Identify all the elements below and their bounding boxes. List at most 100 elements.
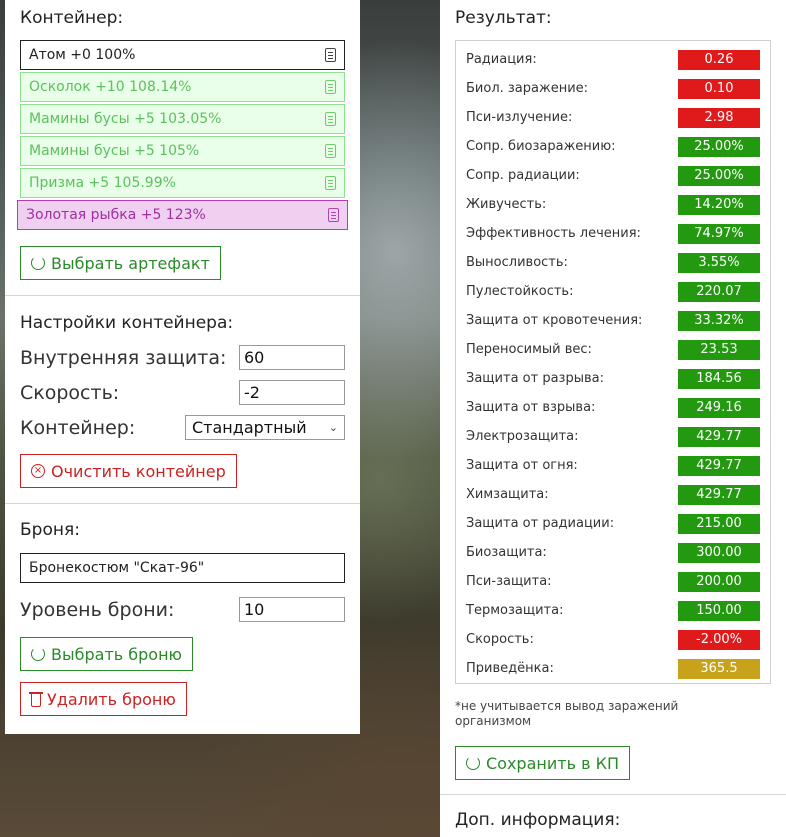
internal-protection-input[interactable] [239,345,345,370]
stat-row: Пулестойкость: 220.07 [466,277,760,306]
stat-label: Химзащита: [466,487,549,502]
stats-table: Радиация: 0.26 Биол. заражение: 0.10 Пси-изл… [455,40,771,684]
document-icon[interactable] [325,144,336,158]
stat-label: Выносливость: [466,255,568,270]
stat-label: Электрозащита: [466,429,579,444]
note-line-2: организмом [455,714,532,728]
armor-section: Броня: Бронекостюм "Скат-96" Уровень бро… [5,504,360,716]
artifact-label: Золотая рыбка +5 123% [26,207,206,223]
document-icon[interactable] [325,112,336,126]
stat-row: Термозащита: 150.00 [466,596,760,625]
stat-label: Приведёнка: [466,661,554,676]
document-icon[interactable] [325,48,336,62]
document-icon[interactable] [325,176,336,190]
stat-label: Живучесть: [466,197,547,212]
artifact-item[interactable]: Атом +0 100% [20,40,345,70]
stat-label: Защита от радиации: [466,516,615,531]
stat-label: Переносимый вес: [466,342,592,357]
stat-row: Химзащита: 429.77 [466,480,760,509]
stat-row: Скорость: -2.00% [466,625,760,654]
stat-row: Биол. заражение: 0.10 [466,74,760,103]
stat-row: Защита от разрыва: 184.56 [466,364,760,393]
stat-row: Защита от взрыва: 249.16 [466,393,760,422]
select-artifact-button[interactable]: Выбрать артефакт [20,246,221,280]
stat-row: Защита от огня: 429.77 [466,451,760,480]
stat-label: Радиация: [466,52,537,67]
stat-label: Пулестойкость: [466,284,574,299]
settings-section: Настройки контейнера: Внутренняя защита:… [5,296,360,488]
close-circle-icon: × [31,464,45,478]
stat-value-badge: 25.00% [678,165,760,186]
document-icon[interactable] [325,80,336,94]
armor-name-field[interactable]: Бронекостюм "Скат-96" [20,553,345,583]
stat-value-badge: 74.97% [678,223,760,244]
stat-row: Переносимый вес: 23.53 [466,335,760,364]
stat-row: Электрозащита: 429.77 [466,422,760,451]
delete-armor-button[interactable]: Удалить броню [20,682,187,716]
stat-value-badge: 429.77 [678,484,760,505]
stat-value-badge: 220.07 [678,281,760,302]
trash-icon [29,691,43,707]
stat-label: Биозащита: [466,545,547,560]
stat-label: Защита от кровотечения: [466,313,643,328]
stat-label: Пси-защита: [466,574,552,589]
stat-value-badge: 33.32% [678,310,760,331]
select-armor-button[interactable]: Выбрать броню [20,637,194,671]
armor-level-label: Уровень брони: [20,598,175,621]
stat-label: Сопр. радиации: [466,168,580,183]
left-panel: Контейнер: Атом +0 100% Осколок +10 108.1… [5,0,360,734]
result-title: Результат: [455,8,552,28]
stat-label: Пси-излучение: [466,110,573,125]
container-section: Контейнер: Атом +0 100% Осколок +10 108.1… [5,0,360,280]
stat-value-badge: 365.5 [678,658,760,679]
stat-value-badge: 14.20% [678,194,760,215]
stat-label: Термозащита: [466,603,564,618]
container-type-value: Стандартный [192,418,307,437]
artifact-label: Атом +0 100% [29,47,136,63]
stat-label: Защита от разрыва: [466,371,604,386]
select-artifact-label: Выбрать артефакт [51,253,210,273]
container-type-label: Контейнер: [20,416,136,439]
stat-row: Сопр. биозаражению: 25.00% [466,132,760,161]
clear-container-button[interactable]: × Очистить контейнер [20,454,237,488]
armor-name: Бронекостюм "Скат-96" [29,560,205,576]
note-line-1: *не учитывается вывод заражений [455,699,679,713]
armor-title: Броня: [20,520,80,540]
speed-input[interactable] [239,380,345,405]
artifact-item[interactable]: Осколок +10 108.14% [20,72,345,102]
speed-label: Скорость: [20,381,120,404]
artifact-item[interactable]: Мамины бусы +5 105% [20,136,345,166]
save-to-kp-label: Сохранить в КП [486,753,619,773]
save-to-kp-button[interactable]: Сохранить в КП [455,746,630,780]
stat-row: Сопр. радиации: 25.00% [466,161,760,190]
stat-label: Биол. заражение: [466,81,589,96]
stat-value-badge: 3.55% [678,252,760,273]
stat-value-badge: 0.10 [678,78,760,99]
artifact-item[interactable]: Призма +5 105.99% [20,168,345,198]
container-type-select[interactable]: Стандартный ⌄ [185,415,345,440]
armor-level-input[interactable] [239,597,345,622]
artifact-label: Призма +5 105.99% [29,175,176,191]
stat-label: Защита от огня: [466,458,578,473]
stat-value-badge: 2.98 [678,107,760,128]
artifact-item[interactable]: Золотая рыбка +5 123% [17,200,348,230]
artifact-label: Мамины бусы +5 103.05% [29,111,222,127]
stat-value-badge: 249.16 [678,397,760,418]
settings-title: Настройки контейнера: [20,313,234,333]
stat-row: Пси-излучение: 2.98 [466,103,760,132]
stat-label: Скорость: [466,632,534,647]
extra-info-title: Доп. информация: [455,810,621,830]
stat-value-badge: 200.00 [678,571,760,592]
stat-row: Пси-защита: 200.00 [466,567,760,596]
stat-value-badge: 429.77 [678,426,760,447]
select-armor-label: Выбрать броню [51,644,183,664]
stat-value-badge: 25.00% [678,136,760,157]
stat-value-badge: 184.56 [678,368,760,389]
chevron-down-icon: ⌄ [328,421,338,434]
stat-value-badge: 23.53 [678,339,760,360]
document-icon[interactable] [328,208,339,222]
stat-row: Защита от радиации: 215.00 [466,509,760,538]
artifact-item[interactable]: Мамины бусы +5 103.05% [20,104,345,134]
artifact-list: Атом +0 100% Осколок +10 108.14% Мамины бу… [17,40,348,230]
container-title: Контейнер: [20,8,124,28]
